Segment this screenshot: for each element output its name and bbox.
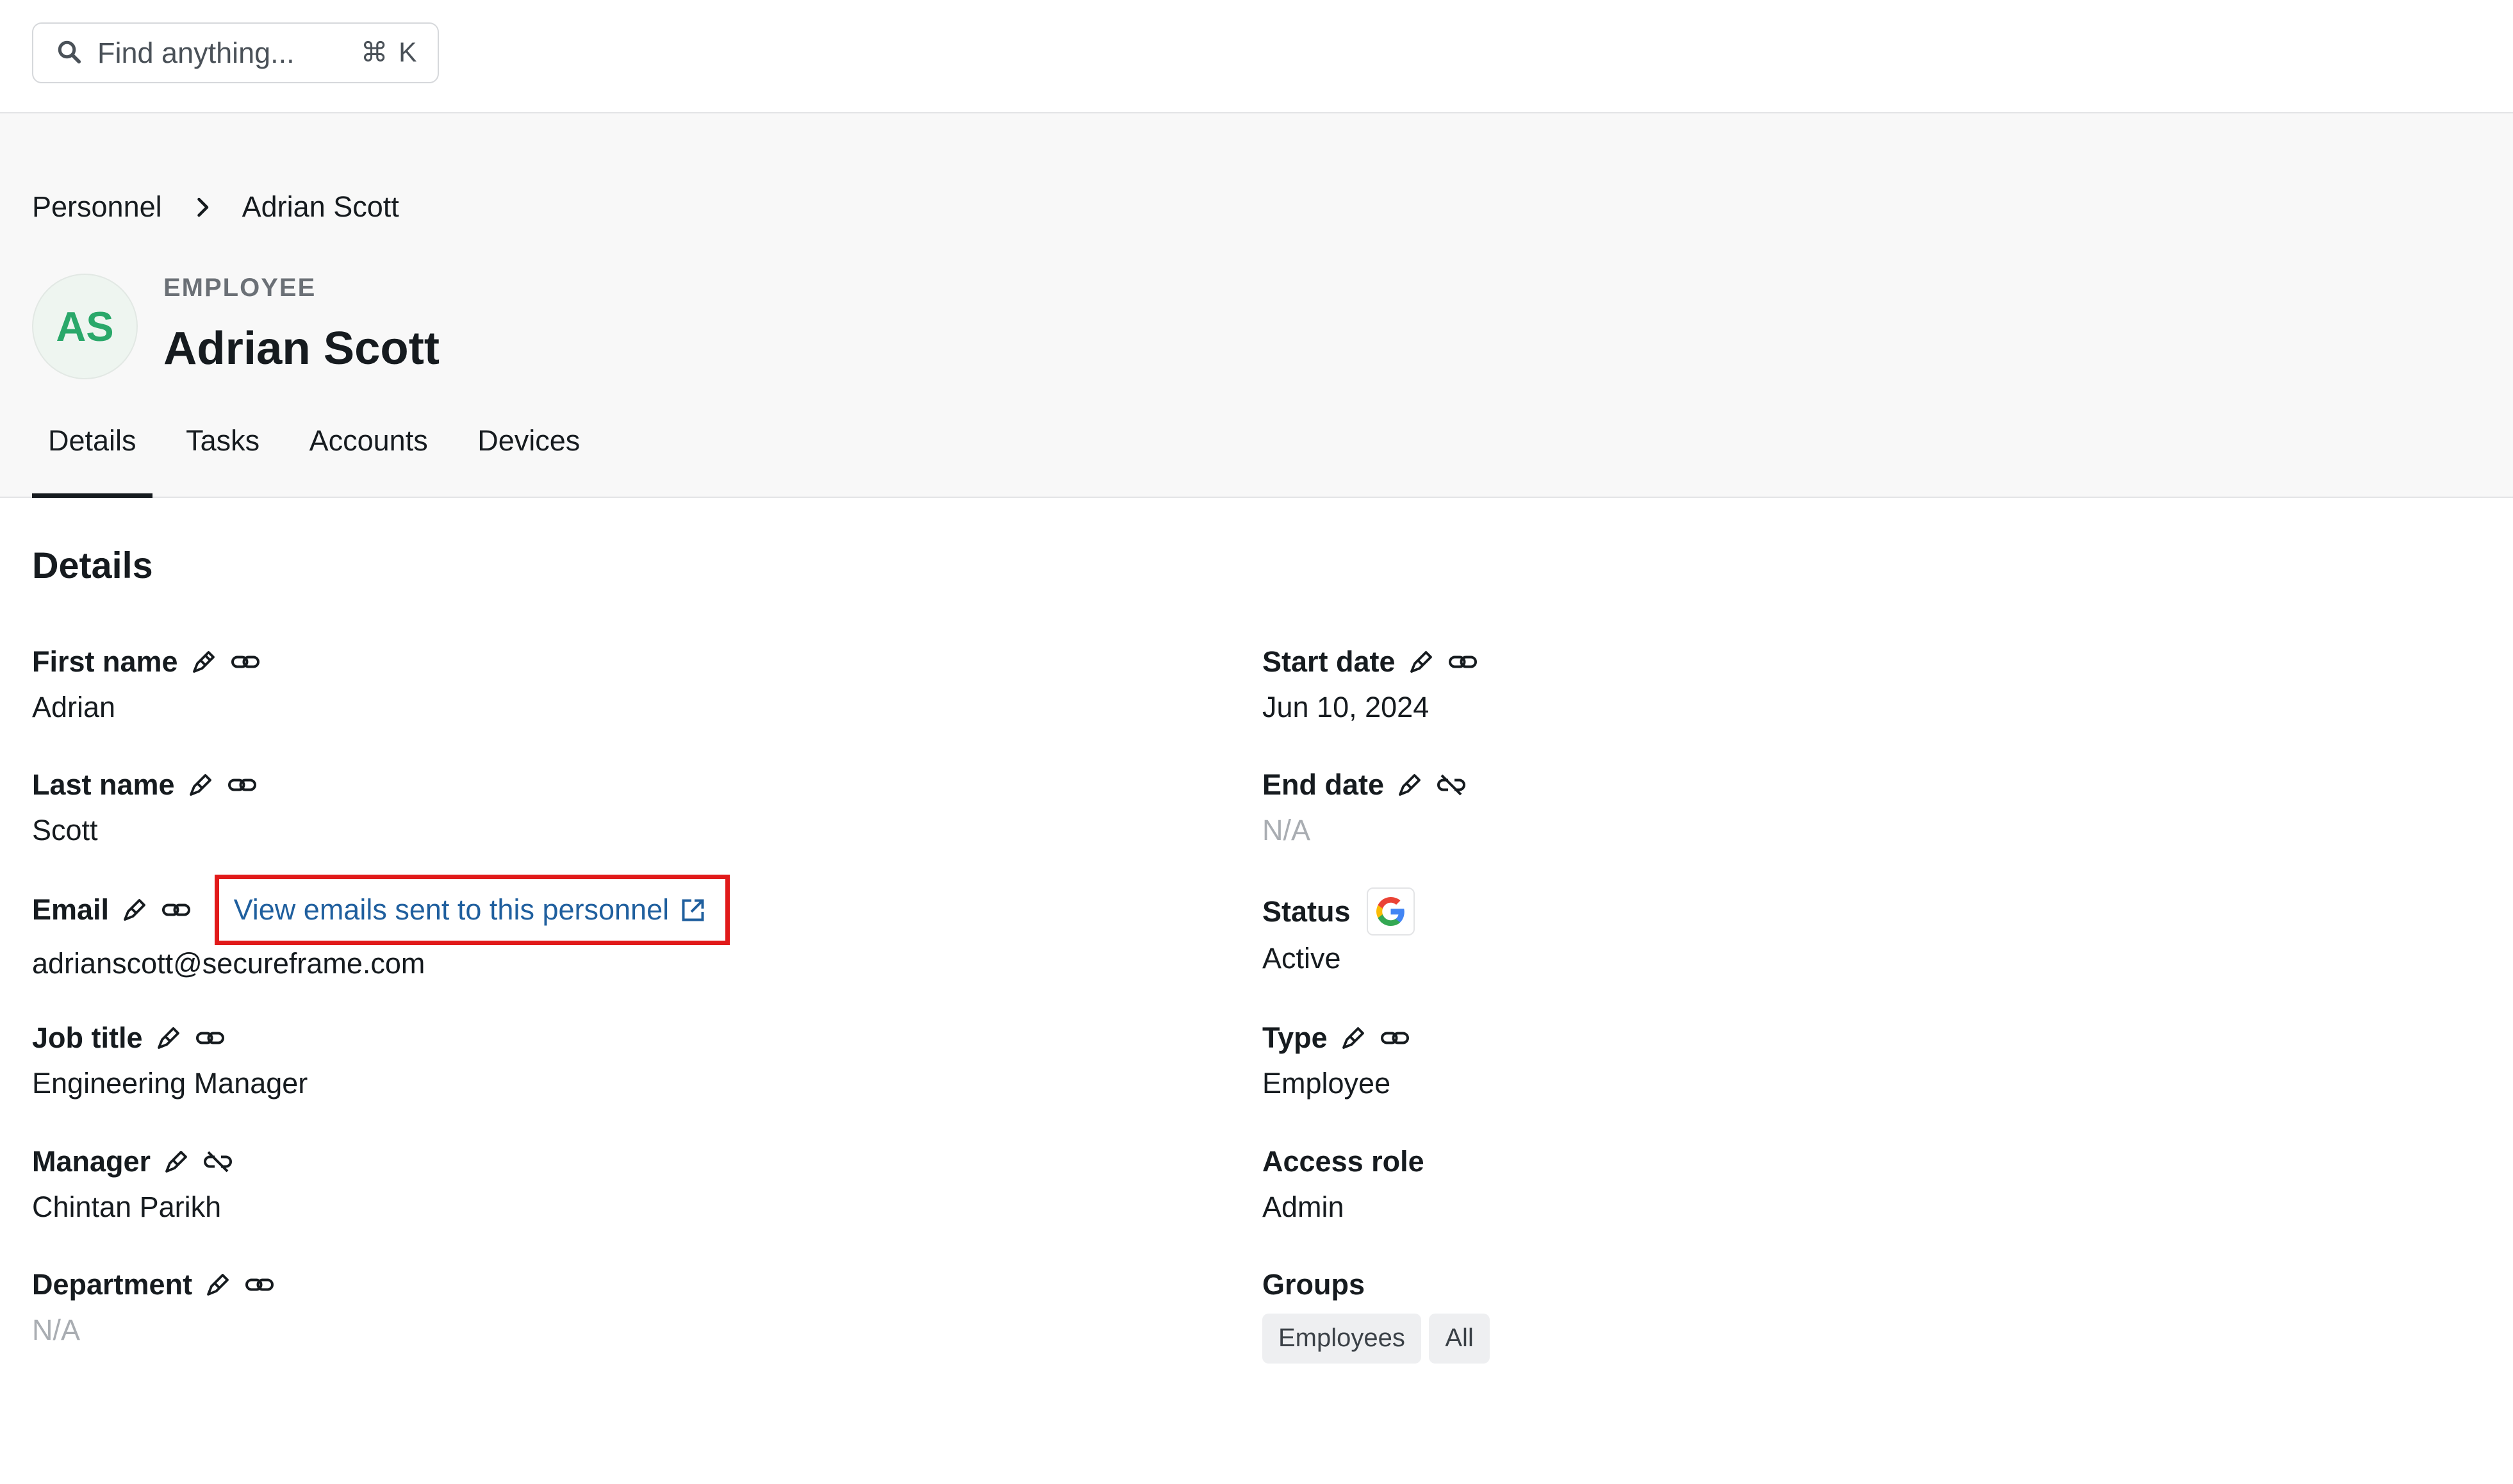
section-title-details: Details [32,545,153,586]
field-value: N/A [32,1314,81,1346]
group-tags: Employees All [1262,1314,1497,1364]
field-value: Employee [1262,1067,1391,1100]
link-icon [160,894,192,926]
field-label: Manager [32,1144,151,1178]
view-emails-link[interactable]: View emails sent to this personnel [215,875,730,945]
avatar: AS [32,274,138,379]
link-icon [1379,1022,1411,1054]
field-value: Active [1262,942,1341,975]
tab-accounts[interactable]: Accounts [293,421,444,498]
link-icon [229,646,261,678]
group-tag: All [1429,1314,1490,1364]
page-title: Adrian Scott [163,322,440,374]
role-label: EMPLOYEE [163,274,317,302]
field-value: N/A [1262,814,1311,846]
breadcrumb-personnel-link[interactable]: Personnel [32,190,162,224]
field-label: Groups [1262,1268,1365,1301]
field-label: Start date [1262,645,1396,678]
field-value: Engineering Manager [32,1067,308,1100]
breadcrumb: Personnel Adrian Scott [32,190,399,224]
field-label: Email [32,893,110,926]
field-end-date: End date N/A [1262,766,1477,847]
search-input[interactable]: Find anything... ⌘ K [32,22,439,83]
field-label: Type [1262,1021,1328,1054]
unlink-icon [202,1146,234,1178]
pen-icon [202,1269,234,1301]
tab-details[interactable]: Details [32,421,152,498]
search-icon [56,38,85,67]
field-label: Access role [1262,1144,1424,1178]
tab-tasks[interactable]: Tasks [170,421,276,498]
field-email: Email View emails sent to this personnel… [32,875,730,980]
field-access-role: Access role Admin [1262,1142,1434,1224]
link-icon [243,1269,276,1301]
field-last-name: Last name Scott [32,766,268,847]
pen-icon [152,1022,185,1054]
field-label: Job title [32,1021,143,1054]
field-value: Chintan Parikh [32,1190,222,1223]
field-job-title: Job title Engineering Manager [32,1019,308,1100]
field-value: Scott [32,814,98,846]
link-icon [194,1022,226,1054]
pen-icon [160,1146,192,1178]
field-label: Status [1262,895,1351,928]
google-icon [1366,887,1415,936]
field-label: First name [32,645,178,678]
search-shortcut: ⌘ K [360,38,418,68]
pen-icon [185,769,217,801]
link-icon [1447,646,1479,678]
link-icon [226,769,258,801]
chevron-right-icon [194,196,210,218]
field-groups: Groups Employees All [1262,1266,1497,1364]
field-department: Department N/A [32,1266,285,1347]
breadcrumb-current: Adrian Scott [242,190,399,223]
field-label: Last name [32,768,175,801]
field-start-date: Start date Jun 10, 2024 [1262,643,1488,724]
field-value: Admin [1262,1190,1344,1223]
pen-icon [1337,1022,1369,1054]
field-first-name: First name Adrian [32,643,271,724]
field-value: adrianscott@secureframe.com [32,946,425,980]
external-link-icon [679,896,707,925]
page-header: Personnel Adrian Scott AS EMPLOYEE Adria… [0,113,2513,498]
group-tag: Employees [1262,1314,1421,1364]
top-bar: Find anything... ⌘ K [0,0,2513,113]
tab-bar: Details Tasks Accounts Devices [32,421,614,498]
field-manager: Manager Chintan Parikh [32,1142,243,1224]
view-emails-link-text: View emails sent to this personnel [233,893,670,926]
search-placeholder: Find anything... [97,36,295,69]
pen-icon [1405,646,1437,678]
field-status: Status Active [1262,886,1415,976]
unlink-icon [1435,769,1467,801]
field-type: Type Employee [1262,1019,1421,1100]
field-value: Adrian [32,690,116,723]
pen-icon [1394,769,1426,801]
pen-icon [119,894,151,926]
field-label: Department [32,1268,193,1301]
field-value: Jun 10, 2024 [1262,690,1430,723]
pen-icon [188,646,220,678]
tab-devices[interactable]: Devices [461,421,596,498]
field-label: End date [1262,768,1385,801]
